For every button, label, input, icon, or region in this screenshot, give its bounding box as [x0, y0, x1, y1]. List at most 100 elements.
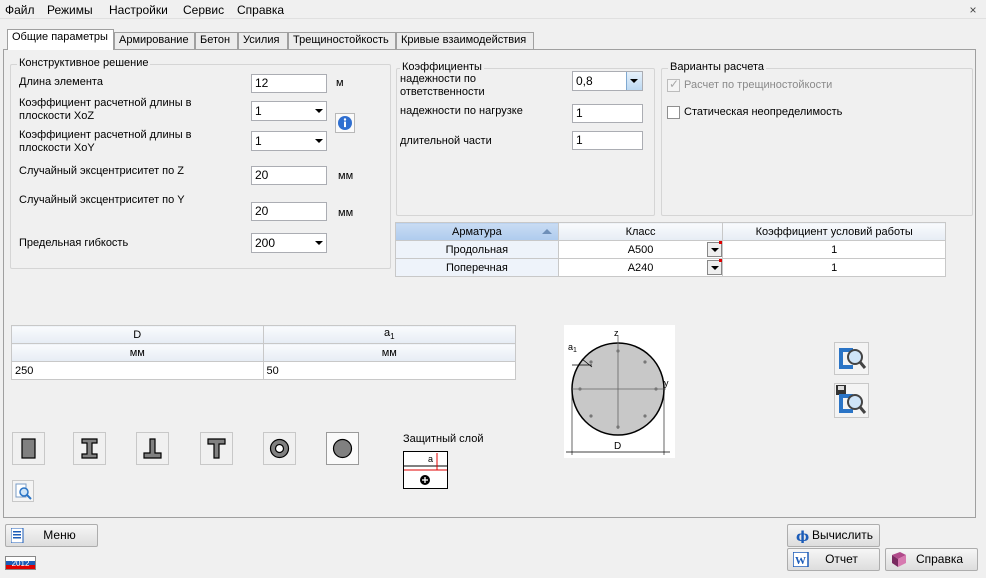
- ring-section-icon: [269, 438, 290, 459]
- menu-icon: [11, 528, 24, 543]
- ecc-z-input[interactable]: 20: [251, 166, 327, 185]
- static-indeterminacy-checkbox[interactable]: [667, 106, 680, 119]
- xoz-select-value: 1: [255, 104, 262, 118]
- rebar-header-type[interactable]: Арматура: [395, 222, 559, 241]
- section-d-value[interactable]: 250: [11, 361, 264, 380]
- diagram-d-label: D: [614, 441, 621, 452]
- diagram-a1-label: a1: [568, 342, 577, 354]
- tee-section-icon: [207, 438, 226, 459]
- year-badge-text: 2012: [11, 559, 30, 568]
- menu-bar: Файл Режимы Настройки Сервис Справка ×: [0, 0, 986, 19]
- book-icon: [892, 552, 906, 567]
- save-zoom-icon: [836, 385, 867, 414]
- save-zoom-button[interactable]: [834, 383, 869, 418]
- rebar-class-value: A500: [627, 243, 654, 256]
- calculate-button[interactable]: ϕ Вычислить: [787, 524, 880, 547]
- chevron-down-icon: [711, 248, 720, 252]
- report-button[interactable]: W Отчет: [787, 548, 880, 571]
- menu-button[interactable]: Меню: [5, 524, 98, 547]
- xoy-select[interactable]: 1: [251, 131, 327, 151]
- rebar-row-name: Продольная: [395, 240, 559, 259]
- dropdown-button[interactable]: [626, 72, 642, 90]
- rebar-header-class[interactable]: Класс: [557, 222, 724, 241]
- year-badge: 2012: [5, 556, 36, 570]
- tab-forces[interactable]: Усилия: [238, 32, 288, 49]
- rebar-coef-cell[interactable]: 1: [722, 240, 946, 259]
- ecc-y-unit: мм: [338, 207, 354, 219]
- help-button-label: Справка: [915, 552, 964, 566]
- menu-settings[interactable]: Настройки: [109, 3, 168, 17]
- xoy-label: Коэффициент расчетной длины в плоскости …: [19, 129, 192, 154]
- svg-text:W: W: [795, 555, 806, 567]
- long-term-input[interactable]: 1: [572, 131, 643, 150]
- dropdown-button[interactable]: [707, 260, 723, 275]
- shape-rectangle-button[interactable]: [12, 432, 45, 465]
- info-icon: [338, 116, 352, 130]
- shape-tee-button[interactable]: [200, 432, 233, 465]
- rebar-class-value: A240: [627, 261, 654, 274]
- phi-icon: ϕ: [796, 529, 809, 543]
- ecc-z-label: Случайный эксцентриситет по Z: [19, 165, 185, 177]
- load-input[interactable]: 1: [572, 104, 643, 123]
- slenderness-label: Предельная гибкость: [19, 237, 129, 249]
- section-a1-value[interactable]: 50: [262, 361, 516, 380]
- check-icon: ✓: [669, 77, 680, 91]
- length-label: Длина элемента: [19, 76, 103, 88]
- long-term-label: длительной части: [400, 135, 492, 147]
- circle-section-drawing: z y a1 D: [566, 328, 670, 455]
- rebar-header-coef[interactable]: Коэффициент условий работы: [722, 222, 946, 241]
- xoz-select[interactable]: 1: [251, 101, 327, 121]
- ecc-y-label: Случайный эксцентриситет по Y: [19, 194, 185, 206]
- rebar-header-type-label: Арматура: [452, 225, 502, 238]
- crack-checkbox[interactable]: ✓: [667, 77, 680, 92]
- menu-modes[interactable]: Режимы: [47, 3, 93, 17]
- slenderness-select[interactable]: 200: [251, 233, 327, 253]
- rebar-class-cell[interactable]: A500: [557, 240, 724, 259]
- cover-layer-diagram[interactable]: a: [403, 451, 448, 489]
- required-mark: [719, 241, 723, 244]
- design-group-title: Конструктивное решение: [17, 57, 151, 69]
- length-unit: м: [336, 77, 344, 89]
- tab-general[interactable]: Общие параметры: [7, 29, 114, 50]
- ecc-z-unit: мм: [338, 170, 354, 182]
- tab-concrete[interactable]: Бетон: [195, 32, 238, 49]
- rebar-class-cell[interactable]: A240: [557, 258, 724, 277]
- zoom-icon: [839, 348, 867, 369]
- menu-service[interactable]: Сервис: [183, 3, 224, 17]
- chevron-down-icon: [630, 79, 638, 83]
- help-button[interactable]: Справка: [885, 548, 978, 571]
- menu-help[interactable]: Справка: [237, 3, 284, 17]
- shape-circle-button[interactable]: [326, 432, 359, 465]
- crack-checkbox-label: Расчет по трещиностойкости: [684, 79, 833, 91]
- table-row: 250 50: [11, 361, 516, 380]
- tab-crack-resistance[interactable]: Трещиностойкость: [288, 32, 396, 49]
- circle-section-icon: [332, 438, 353, 459]
- cover-glyph: a: [428, 454, 433, 464]
- xoz-label: Коэффициент расчетной длины в плоскости …: [19, 97, 192, 122]
- chevron-down-icon: [315, 139, 323, 143]
- shape-i-beam-button[interactable]: [73, 432, 106, 465]
- section-unit-d: мм: [11, 343, 264, 362]
- section-unit-a1: мм: [262, 343, 516, 362]
- length-input[interactable]: 12: [251, 74, 327, 93]
- close-icon[interactable]: ×: [966, 3, 980, 17]
- dropdown-button[interactable]: [707, 242, 723, 257]
- diagram-z-label: z: [614, 328, 619, 338]
- info-button[interactable]: [335, 113, 355, 133]
- shape-inverted-tee-button[interactable]: [136, 432, 169, 465]
- shape-ring-button[interactable]: [263, 432, 296, 465]
- diagram-y-label: y: [664, 378, 669, 388]
- chevron-down-icon: [315, 241, 323, 245]
- tab-reinforcement[interactable]: Армирование: [114, 32, 195, 49]
- tab-interaction-curves[interactable]: Кривые взаимодействия: [396, 32, 534, 49]
- responsibility-select[interactable]: 0,8: [572, 71, 643, 91]
- rebar-coef-cell[interactable]: 1: [722, 258, 946, 277]
- ecc-y-input[interactable]: 20: [251, 202, 327, 221]
- required-mark: [719, 259, 723, 262]
- menu-file[interactable]: Файл: [5, 3, 35, 17]
- preview-button[interactable]: [12, 480, 34, 502]
- i-beam-section-icon: [81, 438, 98, 459]
- zoom-view-button[interactable]: [834, 342, 869, 375]
- responsibility-select-value: 0,8: [576, 74, 593, 88]
- coefficients-title: Коэффициенты: [400, 61, 484, 73]
